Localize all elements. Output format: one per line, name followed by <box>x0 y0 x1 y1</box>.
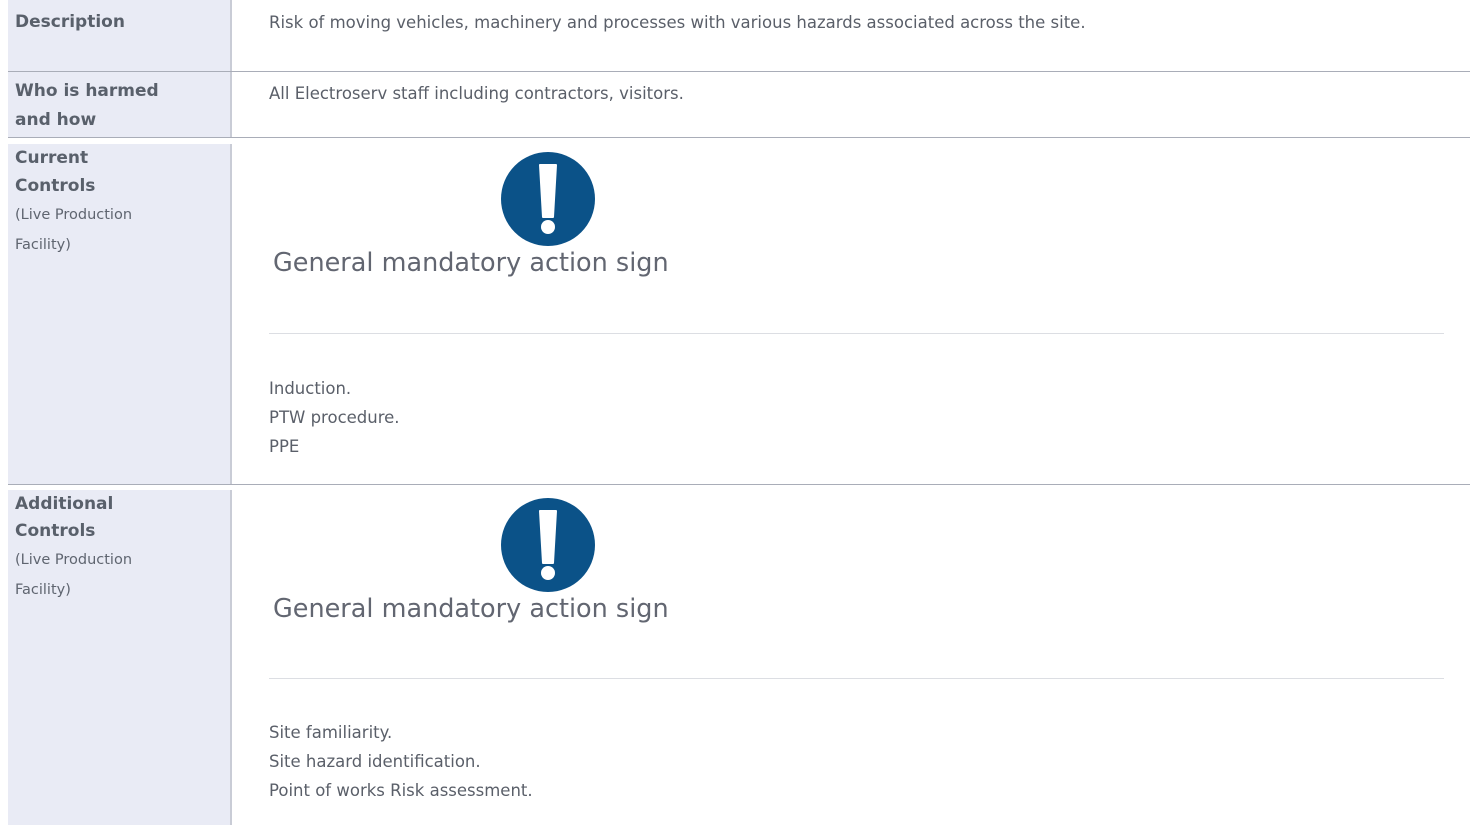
section-divider <box>269 333 1444 334</box>
description-row: Description Risk of moving vehicles, mac… <box>8 0 1470 72</box>
row-divider <box>8 484 1470 485</box>
mandatory-action-icon <box>501 498 595 592</box>
current-controls-list: Induction. PTW procedure. PPE <box>269 374 400 461</box>
additional-controls-sub-line2: Facility) <box>15 582 71 598</box>
current-controls-label-cell: Current Controls (Live Production Facili… <box>8 144 230 484</box>
current-controls-label-line1: Current <box>15 148 89 168</box>
additional-controls-label-line1: Additional <box>15 494 114 514</box>
list-item: PTW procedure. <box>269 408 400 427</box>
row-divider <box>8 137 1470 138</box>
list-item: Induction. <box>269 379 352 398</box>
list-item: Site familiarity. <box>269 723 393 742</box>
current-controls-row: Current Controls (Live Production Facili… <box>8 144 1470 485</box>
who-harmed-value: All Electroserv staff including contract… <box>269 84 684 103</box>
current-controls-sub-line2: Facility) <box>15 237 71 253</box>
sign-caption: General mandatory action sign <box>273 248 669 278</box>
list-item: Point of works Risk assessment. <box>269 781 533 800</box>
who-harmed-row: Who is harmed and how All Electroserv st… <box>8 72 1470 138</box>
sign-caption: General mandatory action sign <box>273 594 669 624</box>
additional-controls-label-cell: Additional Controls (Live Production Fac… <box>8 490 230 825</box>
who-harmed-label-line1: Who is harmed <box>15 81 159 101</box>
mandatory-action-icon <box>501 152 595 246</box>
list-item: PPE <box>269 437 300 456</box>
additional-controls-row: Additional Controls (Live Production Fac… <box>8 490 1470 825</box>
additional-controls-label-line2: Controls <box>15 521 96 541</box>
who-harmed-label-line2: and how <box>15 110 97 130</box>
section-divider <box>269 678 1444 679</box>
description-value: Risk of moving vehicles, machinery and p… <box>269 13 1086 32</box>
list-item: Site hazard identification. <box>269 752 481 771</box>
who-harmed-label-cell: Who is harmed and how <box>8 72 230 138</box>
additional-controls-list: Site familiarity. Site hazard identifica… <box>269 718 533 805</box>
description-label-cell: Description <box>8 0 230 72</box>
current-controls-sub-line1: (Live Production <box>15 207 133 223</box>
additional-controls-sub-line1: (Live Production <box>15 552 133 568</box>
current-controls-label-line2: Controls <box>15 176 96 196</box>
description-label: Description <box>15 12 125 32</box>
